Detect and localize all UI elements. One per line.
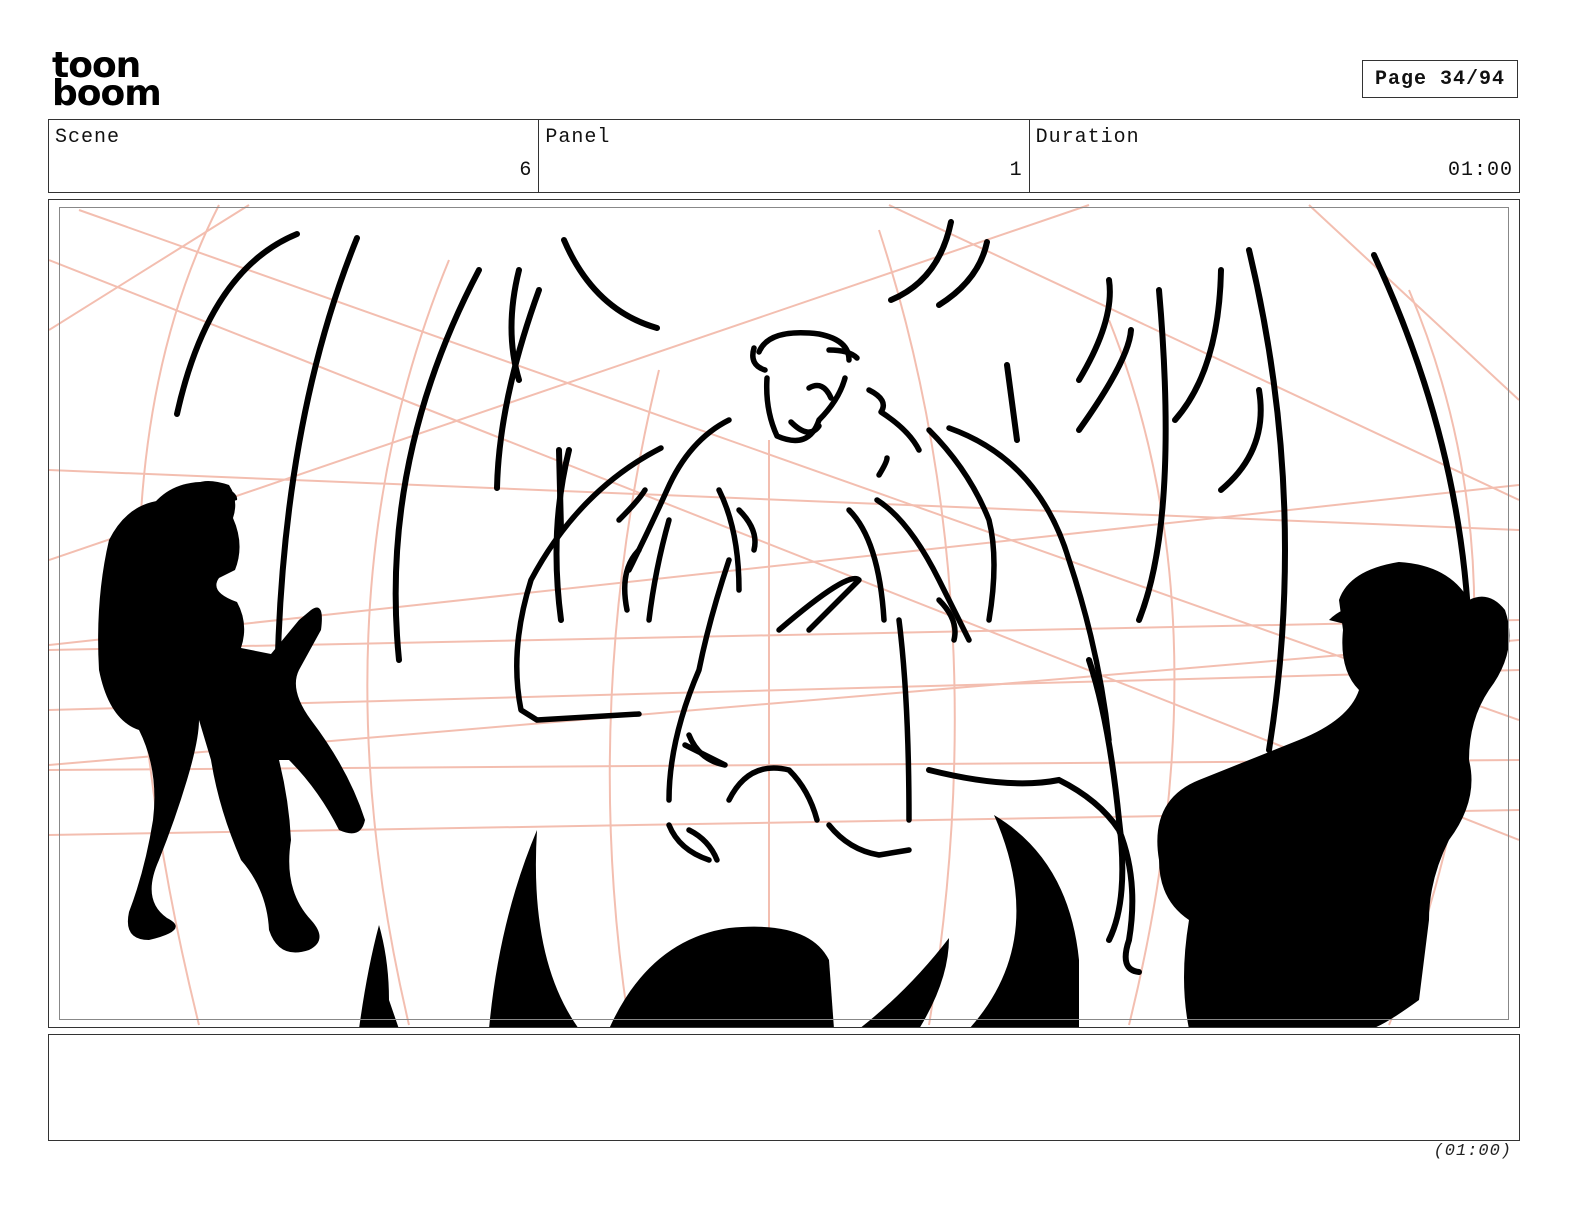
footer-duration: (01:00) [1433, 1142, 1512, 1161]
panel-label: Panel [545, 126, 611, 149]
duration-value: 01:00 [1447, 159, 1513, 182]
panel-safe-area [59, 207, 1509, 1020]
scene-cell: Scene 6 [49, 120, 540, 192]
page-number: Page 34/94 [1362, 60, 1518, 98]
notes-box[interactable] [48, 1034, 1520, 1141]
panel-info-row: Scene 6 Panel 1 Duration 01:00 [48, 119, 1520, 193]
panel-value: 1 [1009, 159, 1023, 182]
logo-word-bottom: boom [52, 73, 162, 114]
scene-label: Scene [55, 126, 121, 149]
toon-boom-logo: toon boom [52, 48, 164, 114]
duration-label: Duration [1035, 126, 1140, 149]
panel-cell: Panel 1 [539, 120, 1030, 192]
scene-value: 6 [519, 159, 533, 182]
storyboard-panel [48, 199, 1520, 1028]
duration-cell: Duration 01:00 [1030, 120, 1519, 192]
